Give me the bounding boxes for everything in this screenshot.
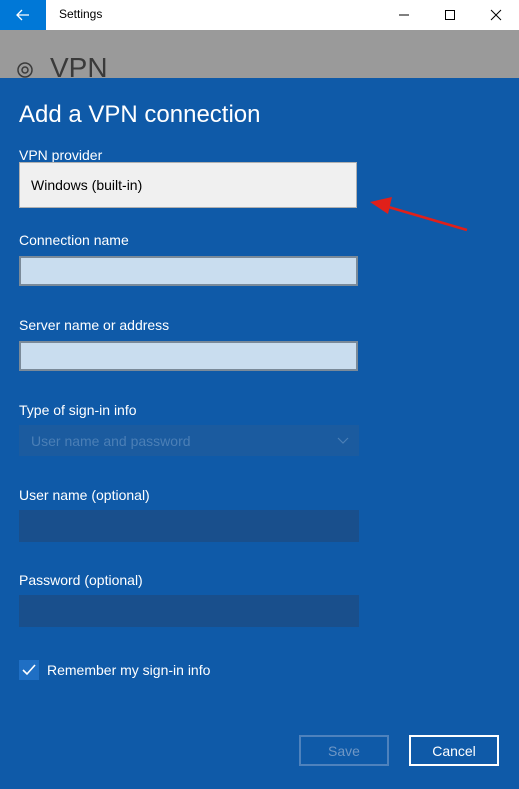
sign-in-type-value: User name and password (31, 433, 191, 449)
checkmark-icon (22, 664, 36, 676)
maximize-icon (445, 10, 455, 20)
close-button[interactable] (473, 0, 519, 30)
page-title: VPN (50, 52, 108, 79)
username-input[interactable] (19, 510, 359, 542)
server-input[interactable] (19, 341, 358, 371)
add-vpn-dialog: Add a VPN connection VPN provider Window… (0, 78, 519, 789)
background-settings-page: VPN (0, 30, 519, 78)
password-input[interactable] (19, 595, 359, 627)
cancel-button[interactable]: Cancel (409, 735, 499, 766)
vpn-provider-value: Windows (built-in) (31, 177, 143, 193)
settings-window: Settings VPN Add a VPN connection VPN pr… (0, 0, 519, 789)
sign-in-type-select[interactable]: User name and password (19, 425, 359, 456)
vpn-provider-label: VPN provider (19, 147, 103, 163)
server-label: Server name or address (19, 317, 170, 333)
maximize-button[interactable] (427, 0, 473, 30)
chevron-down-icon (337, 437, 349, 444)
sign-in-type-label: Type of sign-in info (19, 402, 137, 418)
dialog-title: Add a VPN connection (19, 101, 261, 128)
password-label: Password (optional) (19, 572, 143, 588)
minimize-button[interactable] (381, 0, 427, 30)
back-arrow-icon (16, 9, 29, 21)
title-bar: Settings (0, 0, 519, 30)
connection-name-input[interactable] (19, 256, 358, 286)
minimize-icon (399, 14, 409, 16)
username-label: User name (optional) (19, 487, 150, 503)
remember-checkbox[interactable] (19, 660, 39, 680)
window-title: Settings (59, 7, 103, 21)
back-button[interactable] (0, 0, 46, 30)
gear-icon (17, 62, 33, 78)
vpn-provider-select[interactable]: Windows (built-in) (19, 162, 357, 208)
connection-name-label: Connection name (19, 232, 129, 248)
save-button[interactable]: Save (299, 735, 389, 766)
close-icon (490, 9, 502, 21)
remember-label: Remember my sign-in info (47, 662, 211, 678)
